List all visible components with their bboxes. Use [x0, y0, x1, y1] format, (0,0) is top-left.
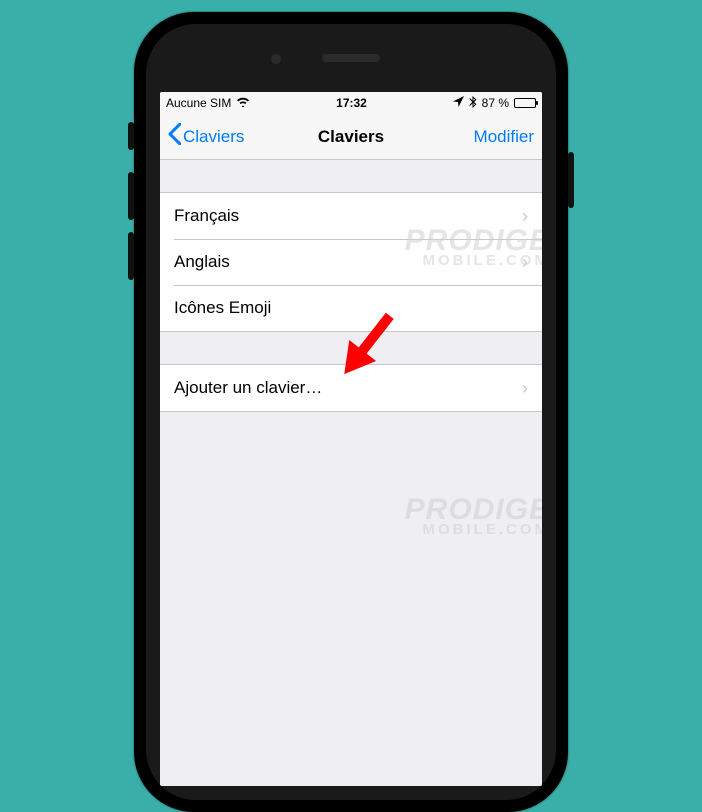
phone-speaker: [322, 54, 380, 62]
status-bar: Aucune SIM 17:32 87 %: [160, 92, 542, 114]
location-icon: [453, 96, 464, 110]
add-keyboard-label: Ajouter un clavier…: [174, 378, 322, 398]
chevron-left-icon: [168, 123, 181, 150]
hw-volume-up: [128, 172, 134, 220]
edit-button[interactable]: Modifier: [474, 127, 534, 147]
list-item-label: Icônes Emoji: [174, 298, 271, 318]
nav-bar: Claviers Claviers Modifier: [160, 114, 542, 160]
hw-power-button: [568, 152, 574, 208]
list-item-label: Anglais: [174, 252, 230, 272]
watermark-secondary: MOBILE.COM: [405, 523, 542, 537]
watermark: PRODIGE MOBILE.COM: [405, 496, 542, 537]
hw-volume-down: [128, 232, 134, 280]
carrier-label: Aucune SIM: [166, 96, 231, 110]
chevron-right-icon: ›: [522, 252, 528, 273]
keyboards-row[interactable]: Français ›: [160, 193, 542, 239]
add-keyboard-group: Ajouter un clavier… ›: [160, 364, 542, 412]
list-item-label: Français: [174, 206, 239, 226]
chevron-right-icon: ›: [522, 206, 528, 227]
add-keyboard-button[interactable]: Ajouter un clavier… ›: [160, 365, 542, 411]
battery-icon: [514, 98, 536, 108]
keyboards-row[interactable]: Anglais ›: [160, 239, 542, 285]
wifi-icon: [236, 96, 250, 110]
back-button[interactable]: Claviers: [168, 123, 244, 150]
clock: 17:32: [336, 96, 367, 110]
back-label: Claviers: [183, 127, 244, 147]
phone-front-camera: [271, 54, 281, 64]
screen: Aucune SIM 17:32 87 %: [160, 92, 542, 786]
chevron-right-icon: ›: [522, 378, 528, 399]
phone-frame: Aucune SIM 17:32 87 %: [134, 12, 568, 812]
keyboards-row[interactable]: Icônes Emoji: [160, 285, 542, 331]
watermark-primary: PRODIGE: [405, 496, 542, 523]
bluetooth-icon: [469, 96, 477, 111]
battery-percent: 87 %: [482, 96, 509, 110]
keyboards-list: Français › Anglais › Icônes Emoji: [160, 192, 542, 332]
hw-mute-switch: [128, 122, 134, 150]
